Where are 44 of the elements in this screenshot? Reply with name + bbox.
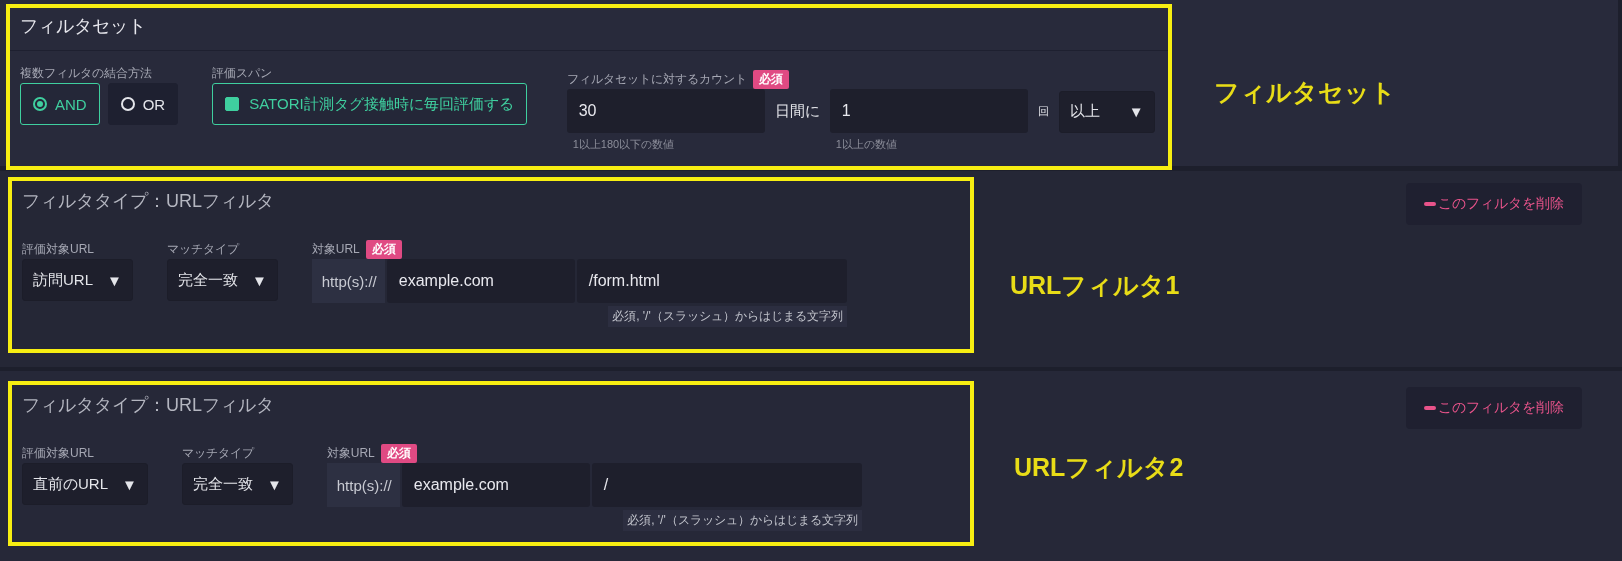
- minus-icon: [1424, 202, 1436, 206]
- radio-button[interactable]: AND: [20, 83, 100, 125]
- field-label: 対象URL: [326, 444, 375, 462]
- delete-filter-button[interactable]: このフィルタを削除: [1406, 183, 1582, 225]
- unit-label: 日間に: [774, 102, 820, 121]
- hint-text: 必須, '/'（スラッシュ）からはじまる文字列: [623, 510, 862, 531]
- annotation-label: URLフィルタ2: [1014, 452, 1184, 483]
- dropdown[interactable]: 以上 ▼: [1058, 90, 1155, 133]
- path-input[interactable]: /: [591, 463, 862, 507]
- url-prefix: http(s)://: [326, 463, 400, 507]
- filter-title: フィルタタイプ：URLフィルタ: [21, 190, 275, 213]
- minus-icon: [1424, 406, 1436, 410]
- hint-text: 必須, '/'（スラッシュ）からはじまる文字列: [608, 306, 847, 327]
- dropdown[interactable]: 完全一致 ▼: [166, 259, 278, 301]
- field-label: マッチタイプ: [181, 444, 256, 462]
- hint-text: 1以上の数値: [835, 137, 898, 152]
- dropdown[interactable]: 完全一致 ▼: [181, 463, 293, 505]
- required-badge: 必須: [365, 239, 402, 259]
- delete-filter-button[interactable]: このフィルタを削除: [1406, 387, 1582, 429]
- checkbox-button[interactable]: SATORI計測タグ接触時に毎回評価する: [212, 83, 527, 125]
- field-label: マッチタイプ: [166, 240, 241, 258]
- host-input[interactable]: example.com: [386, 259, 575, 303]
- url-prefix: http(s)://: [311, 259, 385, 303]
- required-badge: 必須: [752, 69, 789, 89]
- days-input[interactable]: 30: [566, 89, 765, 133]
- annotation-label: フィルタセット: [1214, 77, 1396, 108]
- field-label: 評価スパン: [212, 64, 274, 82]
- annotation-label: URLフィルタ1: [1010, 270, 1180, 301]
- hint-text: 1以上180以下の数値: [572, 137, 676, 152]
- filter-title: フィルタタイプ：URLフィルタ: [21, 394, 275, 417]
- times-input[interactable]: 1: [829, 89, 1028, 133]
- radio-button[interactable]: OR: [107, 83, 179, 125]
- required-badge: 必須: [380, 443, 417, 463]
- unit-label: 回: [1037, 104, 1049, 119]
- field-label: 複数フィルタの結合方法: [20, 64, 153, 82]
- dropdown[interactable]: 訪問URL ▼: [22, 259, 133, 301]
- field-label: フィルタセットに対するカウント: [566, 70, 747, 88]
- field-label: 評価対象URL: [22, 240, 95, 258]
- field-label: 評価対象URL: [22, 444, 95, 462]
- path-input[interactable]: /form.html: [576, 259, 847, 303]
- section-title: フィルタセット: [10, 8, 1168, 51]
- field-label: 対象URL: [311, 240, 360, 258]
- dropdown[interactable]: 直前のURL ▼: [22, 463, 148, 505]
- host-input[interactable]: example.com: [401, 463, 590, 507]
